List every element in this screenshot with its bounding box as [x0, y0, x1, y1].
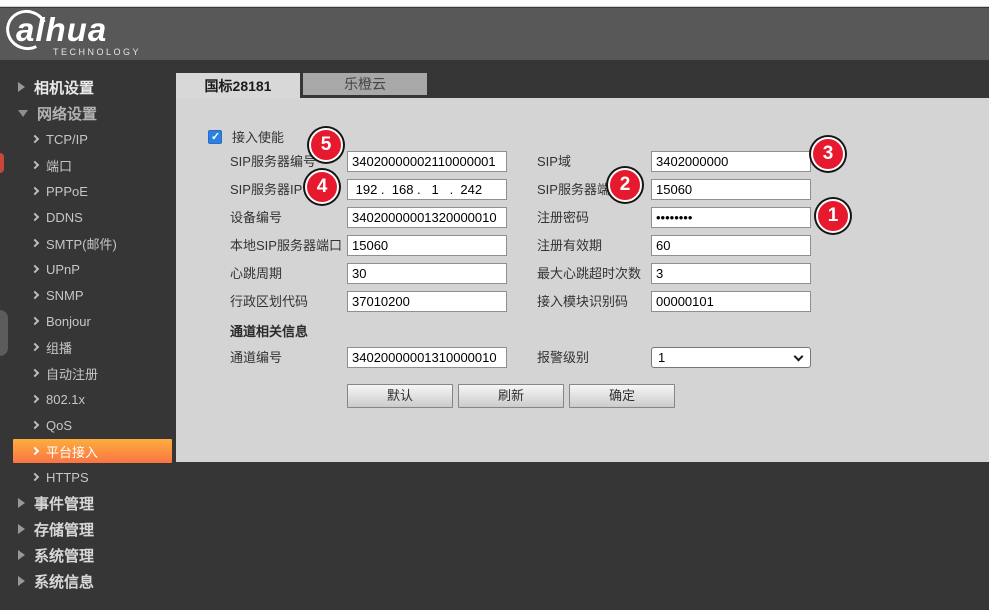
sidebar-item-system-info[interactable]: 系统信息 [0, 569, 176, 593]
alarm-level-label: 报警级别 [537, 347, 589, 368]
triangle-right-icon [18, 576, 25, 586]
sidebar-item-https[interactable]: HTTPS [0, 465, 176, 489]
triangle-down-icon [18, 110, 28, 117]
edge-panel-handle[interactable] [0, 310, 8, 356]
triangle-right-icon [18, 82, 25, 92]
sip-server-id-input[interactable] [347, 151, 507, 172]
access-module-id-label: 接入模块识别码 [537, 291, 628, 312]
chevron-right-icon [31, 135, 39, 143]
chevron-right-icon [31, 473, 39, 481]
sidebar-item-port[interactable]: 端口 [0, 153, 176, 177]
chevron-right-icon [31, 187, 39, 195]
sip-server-id-label: SIP服务器编号 [230, 151, 316, 172]
chevron-right-icon [31, 239, 39, 247]
heartbeat-period-input[interactable] [347, 263, 507, 284]
ok-button[interactable]: 确定 [569, 384, 675, 408]
heartbeat-period-label: 心跳周期 [230, 263, 282, 284]
annotation-circle-2: 2 [608, 168, 642, 202]
alarm-level-select[interactable]: 1 [651, 347, 811, 368]
channel-id-input[interactable] [347, 347, 507, 368]
chevron-right-icon [31, 343, 39, 351]
browser-top-strip [0, 0, 989, 7]
sidebar-item-camera-settings[interactable]: 相机设置 [0, 75, 176, 99]
register-password-label: 注册密码 [537, 207, 589, 228]
sip-server-ip-input[interactable] [347, 179, 507, 200]
sidebar-item-platform-access-selected[interactable]: 平台接入 [13, 439, 172, 463]
annotation-circle-3: 3 [811, 137, 845, 171]
register-validity-label: 注册有效期 [537, 235, 602, 256]
dahua-logo: alhua TECHNOLOGY [16, 13, 141, 57]
max-heartbeat-timeout-label: 最大心跳超时次数 [537, 263, 641, 284]
page-header: alhua TECHNOLOGY [0, 8, 989, 60]
enable-checkbox-label: 接入使能 [232, 127, 284, 146]
chevron-right-icon [31, 161, 39, 169]
sidebar-item-qos[interactable]: QoS [0, 413, 176, 437]
sidebar-item-tcpip[interactable]: TCP/IP [0, 127, 176, 151]
local-sip-port-input[interactable] [347, 235, 507, 256]
annotation-circle-4: 4 [305, 170, 339, 204]
sip-domain-input[interactable] [651, 151, 811, 172]
chevron-right-icon [31, 317, 39, 325]
civil-code-input[interactable] [347, 291, 507, 312]
edge-red-widget [0, 153, 4, 173]
default-button[interactable]: 默认 [347, 384, 453, 408]
sidebar-item-system-management[interactable]: 系统管理 [0, 543, 176, 567]
register-validity-input[interactable] [651, 235, 811, 256]
chevron-right-icon [31, 291, 39, 299]
sidebar-item-auto-register[interactable]: 自动注册 [0, 361, 176, 385]
sidebar-item-bonjour[interactable]: Bonjour [0, 309, 176, 333]
device-id-label: 设备编号 [230, 207, 282, 228]
refresh-button[interactable]: 刷新 [458, 384, 564, 408]
civil-code-label: 行政区划代码 [230, 291, 308, 312]
sidebar-item-8021x[interactable]: 802.1x [0, 387, 176, 411]
sidebar-item-network-settings[interactable]: 网络设置 [0, 101, 176, 125]
triangle-right-icon [18, 550, 25, 560]
sidebar-item-smtp[interactable]: SMTP(邮件) [0, 231, 176, 255]
sidebar-item-storage-management[interactable]: 存储管理 [0, 517, 176, 541]
sidebar-item-pppoe[interactable]: PPPoE [0, 179, 176, 203]
platform-access-form-panel: 接入使能 SIP服务器编号 SIP域 SIP服务器IP SIP服务器端口 设备编… [176, 98, 989, 462]
sidebar-item-event-management[interactable]: 事件管理 [0, 491, 176, 515]
triangle-right-icon [18, 498, 25, 508]
chevron-right-icon [31, 447, 39, 455]
tab-lechange-cloud[interactable]: 乐橙云 [303, 73, 427, 95]
tab-gb28181[interactable]: 国标28181 [176, 73, 300, 99]
chevron-down-icon [794, 352, 804, 362]
chevron-right-icon [31, 265, 39, 273]
access-module-id-input[interactable] [651, 291, 811, 312]
register-password-input[interactable] [651, 207, 811, 228]
channel-info-section-title: 通道相关信息 [230, 321, 308, 340]
logo-technology-text: TECHNOLOGY [53, 47, 141, 57]
alarm-level-value: 1 [658, 350, 665, 365]
sidebar-item-upnp[interactable]: UPnP [0, 257, 176, 281]
dahua-web-config-window: alhua TECHNOLOGY 相机设置 网络设置 TCP/IP 端口 PPP… [0, 0, 989, 610]
sip-server-port-input[interactable] [651, 179, 811, 200]
chevron-right-icon [31, 369, 39, 377]
annotation-circle-1: 1 [816, 199, 850, 233]
local-sip-port-label: 本地SIP服务器端口 [230, 235, 342, 256]
sidebar-item-snmp[interactable]: SNMP [0, 283, 176, 307]
max-heartbeat-timeout-input[interactable] [651, 263, 811, 284]
chevron-right-icon [31, 395, 39, 403]
sip-domain-label: SIP域 [537, 151, 571, 172]
annotation-circle-5: 5 [309, 128, 343, 162]
sip-server-ip-label: SIP服务器IP [230, 179, 302, 200]
triangle-right-icon [18, 524, 25, 534]
sidebar-item-ddns[interactable]: DDNS [0, 205, 176, 229]
chevron-right-icon [31, 421, 39, 429]
sidebar-item-multicast[interactable]: 组播 [0, 335, 176, 359]
logo-a-glyph: a [16, 13, 35, 47]
channel-id-label: 通道编号 [230, 347, 282, 368]
dahua-logo-wordmark: alhua [16, 13, 141, 47]
device-id-input[interactable] [347, 207, 507, 228]
enable-checkbox[interactable] [208, 130, 222, 144]
chevron-right-icon [31, 213, 39, 221]
